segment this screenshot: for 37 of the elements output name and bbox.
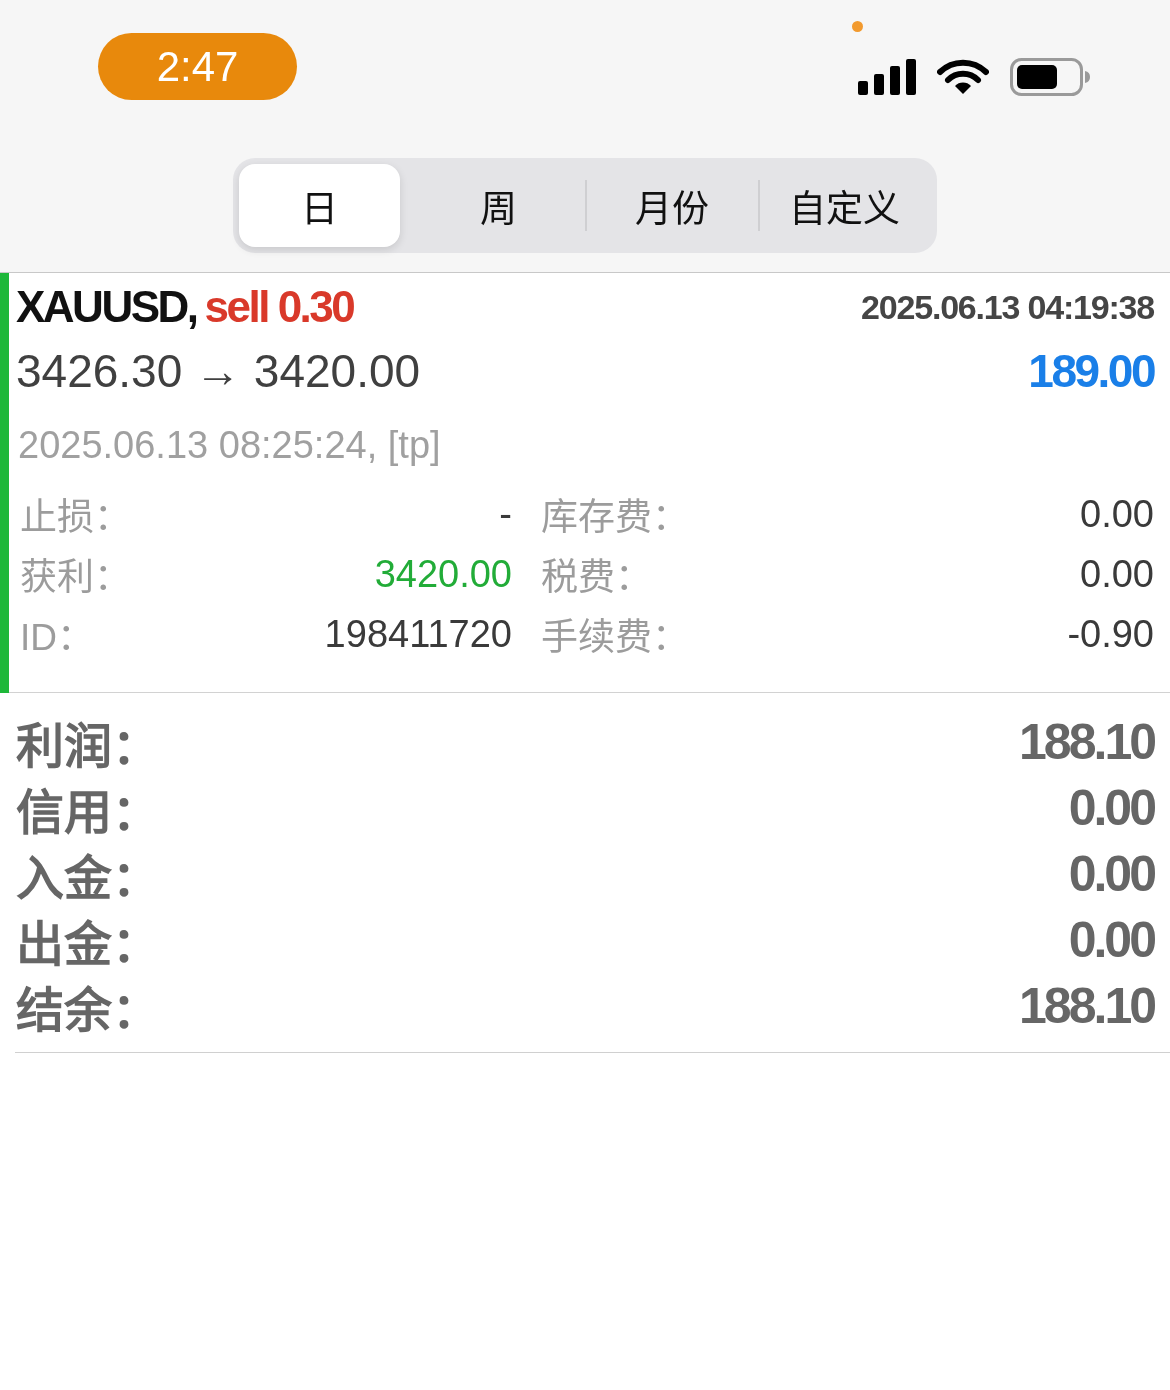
summary-value: 0.00 bbox=[1068, 911, 1154, 969]
summary-value: 0.00 bbox=[1068, 845, 1154, 903]
profit-value: 189.00 bbox=[1028, 344, 1154, 398]
period-tab[interactable]: 周 bbox=[412, 164, 585, 247]
detail-label: 手续费： bbox=[541, 616, 689, 660]
close-info-text: 2025.06.13 08:25:24, [tp] bbox=[18, 423, 441, 467]
symbol-text: XAUUSD, bbox=[16, 282, 197, 331]
period-tab[interactable]: 日 bbox=[239, 164, 400, 247]
period-tab[interactable]: 自定义 bbox=[758, 164, 931, 247]
detail-value: 0.00 bbox=[1080, 492, 1154, 536]
period-tab[interactable]: 月份 bbox=[585, 164, 758, 247]
signal-icon bbox=[858, 59, 916, 95]
detail-label: 税费： bbox=[541, 556, 652, 600]
price-range-text: 3426.30 → 3420.00 bbox=[16, 344, 421, 398]
battery-icon bbox=[1010, 58, 1090, 96]
open-time-text: 2025.06.13 04:19:38 bbox=[861, 287, 1154, 327]
summary-value: 188.10 bbox=[1019, 713, 1154, 771]
detail-value: 3420.00 bbox=[374, 552, 512, 596]
summary-label: 入金： bbox=[16, 851, 160, 907]
summary-label: 出金： bbox=[16, 917, 160, 973]
summary-label: 结余： bbox=[16, 983, 160, 1039]
summary-value: 188.10 bbox=[1019, 977, 1154, 1035]
detail-label: ID： bbox=[20, 616, 94, 660]
wifi-icon bbox=[937, 59, 989, 95]
summary-label: 利润： bbox=[16, 719, 160, 775]
detail-value: 0.00 bbox=[1080, 552, 1154, 596]
summary-label: 信用： bbox=[16, 785, 160, 841]
detail-label: 止损： bbox=[20, 496, 131, 540]
detail-value: - bbox=[499, 492, 512, 536]
detail-label: 获利： bbox=[20, 556, 131, 600]
detail-value: -0.90 bbox=[1067, 612, 1154, 656]
privacy-dot-icon bbox=[852, 21, 863, 32]
status-time: 2:47 bbox=[98, 33, 297, 100]
detail-value: 198411720 bbox=[324, 612, 512, 656]
summary-value: 0.00 bbox=[1068, 779, 1154, 837]
detail-label: 库存费： bbox=[541, 496, 689, 540]
order-type-text: sell 0.30 bbox=[204, 282, 354, 331]
